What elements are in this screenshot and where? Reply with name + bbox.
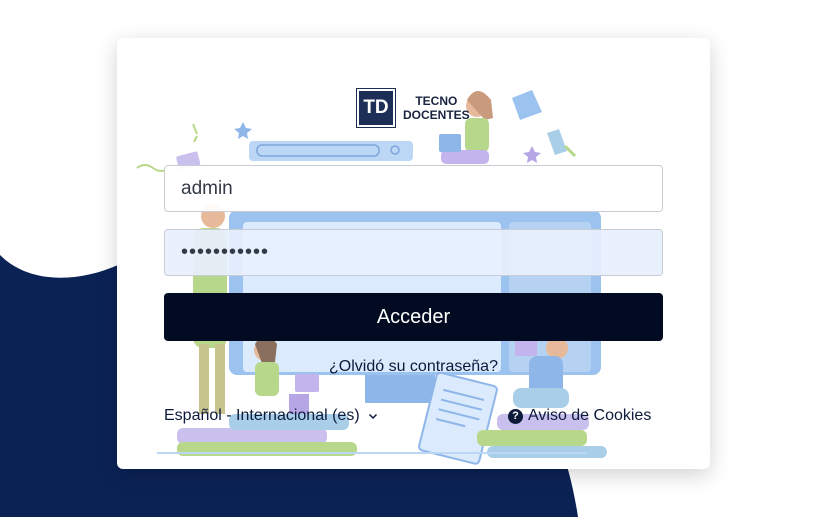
login-card: TD TECNO DOCENTES admin ••••••••••• Acce… — [117, 38, 710, 469]
logo-mark: TD — [356, 88, 396, 128]
forgot-password-link[interactable]: ¿Olvidó su contraseña? — [327, 358, 500, 375]
language-selector[interactable]: Español - Internacional (es) — [164, 407, 378, 425]
logo-line-2: DOCENTES — [403, 108, 470, 122]
chevron-down-icon — [368, 413, 377, 420]
cookies-notice-link[interactable]: ? Aviso de Cookies — [508, 407, 651, 425]
cookies-label: Aviso de Cookies — [528, 407, 652, 424]
logo-text: TECNO DOCENTES — [403, 94, 470, 122]
forgot-password-row: ¿Olvidó su contraseña? — [117, 358, 710, 376]
question-circle-icon: ? — [508, 408, 523, 424]
logo-line-1: TECNO — [415, 94, 458, 108]
language-label: Español - Internacional (es) — [164, 407, 360, 424]
login-button[interactable]: Acceder — [164, 293, 663, 341]
username-input[interactable]: admin — [164, 165, 663, 212]
password-input[interactable]: ••••••••••• — [164, 229, 663, 276]
login-page: TD TECNO DOCENTES admin ••••••••••• Acce… — [0, 0, 824, 517]
brand-logo: TD TECNO DOCENTES — [356, 88, 470, 128]
